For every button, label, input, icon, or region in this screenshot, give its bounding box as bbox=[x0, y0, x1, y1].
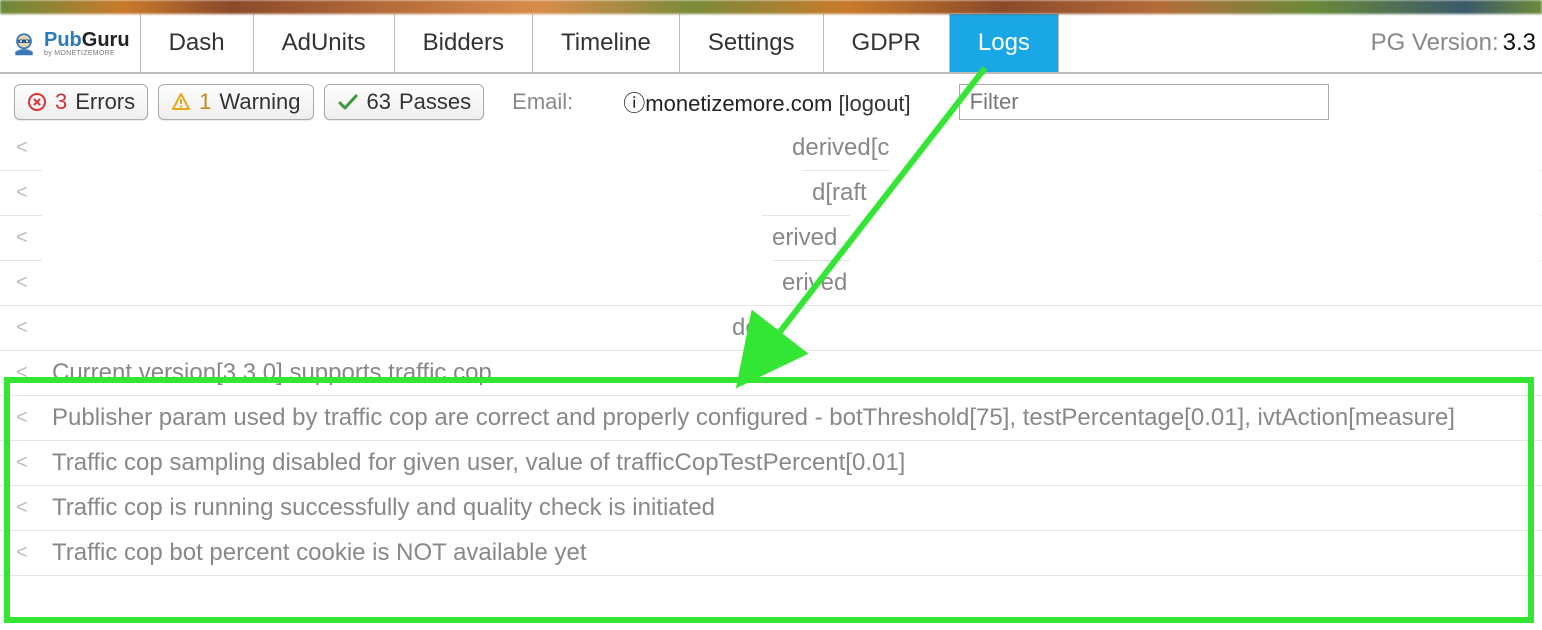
redaction-mask bbox=[42, 166, 802, 210]
log-text: Publisher param used by traffic cop are … bbox=[52, 404, 1455, 431]
guru-icon bbox=[10, 29, 38, 57]
redaction-mask bbox=[42, 214, 762, 258]
redaction-mask bbox=[890, 166, 1540, 210]
log-row[interactable]: < Traffic cop is running successfully an… bbox=[0, 486, 1542, 531]
redaction-mask bbox=[850, 214, 1540, 258]
redaction-mask bbox=[850, 260, 1540, 304]
tab-settings[interactable]: Settings bbox=[680, 14, 824, 72]
status-passes-pill[interactable]: 63 Passes bbox=[324, 84, 485, 120]
tab-logs[interactable]: Logs bbox=[950, 14, 1059, 72]
passes-count: 63 bbox=[367, 89, 391, 115]
version-label-text: PG Version: bbox=[1371, 29, 1499, 57]
chevron-left-icon: < bbox=[16, 182, 28, 205]
email-label: Email: bbox=[512, 89, 573, 115]
check-icon bbox=[337, 91, 359, 113]
log-row[interactable]: < Traffic cop sampling disabled for give… bbox=[0, 441, 1542, 486]
tab-timeline[interactable]: Timeline bbox=[533, 14, 680, 72]
errors-count: 3 bbox=[55, 89, 67, 115]
log-text: Traffic cop sampling disabled for given … bbox=[52, 449, 905, 476]
tab-gdpr[interactable]: GDPR bbox=[824, 14, 950, 72]
status-errors-pill[interactable]: 3 Errors bbox=[14, 84, 148, 120]
toolbar: 3 Errors 1 Warning 63 Passes Email: ⓘmon… bbox=[0, 74, 1542, 126]
redaction-mask bbox=[770, 306, 1540, 350]
passes-label: Passes bbox=[399, 89, 471, 115]
chevron-left-icon: < bbox=[16, 227, 28, 250]
email-domain: monetizemore.com bbox=[645, 91, 832, 116]
warning-icon bbox=[171, 92, 191, 112]
log-row[interactable]: < Traffic cop bot percent cookie is NOT … bbox=[0, 531, 1542, 576]
status-warnings-pill[interactable]: 1 Warning bbox=[158, 84, 313, 120]
logo-brand-a: Pub bbox=[44, 29, 82, 51]
email-value: ⓘmonetizemore.com [logout] bbox=[623, 86, 910, 118]
chevron-left-icon: < bbox=[16, 317, 28, 340]
log-row[interactable]: < Publisher param used by traffic cop ar… bbox=[0, 396, 1542, 441]
tab-adunits[interactable]: AdUnits bbox=[254, 14, 395, 72]
chevron-left-icon: < bbox=[16, 272, 28, 295]
version-label: PG Version: 3.3 bbox=[1365, 14, 1542, 72]
chevron-left-icon: < bbox=[16, 407, 28, 430]
version-value: 3.3 bbox=[1503, 29, 1536, 57]
tab-dash[interactable]: Dash bbox=[141, 14, 254, 72]
email-prefix-icon: ⓘ bbox=[623, 91, 645, 116]
log-text: Traffic cop is running successfully and … bbox=[52, 494, 715, 521]
chevron-left-icon: < bbox=[16, 497, 28, 520]
log-text: Traffic cop bot percent cookie is NOT av… bbox=[52, 539, 586, 566]
redaction-mask bbox=[42, 306, 714, 350]
redaction-mask bbox=[42, 260, 772, 304]
chevron-left-icon: < bbox=[16, 362, 28, 385]
warn-count: 1 bbox=[199, 89, 211, 115]
error-icon bbox=[27, 92, 47, 112]
logo-text: PubGuru by MONETIZEMORE bbox=[44, 30, 130, 57]
nav-spacer bbox=[1059, 14, 1365, 72]
logo[interactable]: PubGuru by MONETIZEMORE bbox=[0, 14, 141, 72]
logo-subtitle: by MONETIZEMORE bbox=[44, 50, 130, 57]
logout-link[interactable]: [logout] bbox=[838, 91, 910, 116]
logo-brand-b: Guru bbox=[82, 29, 130, 51]
errors-label: Errors bbox=[75, 89, 135, 115]
nav-bar: PubGuru by MONETIZEMORE Dash AdUnits Bid… bbox=[0, 14, 1542, 74]
filter-input[interactable] bbox=[959, 84, 1329, 120]
chevron-left-icon: < bbox=[16, 452, 28, 475]
tab-bidders[interactable]: Bidders bbox=[395, 14, 533, 72]
header-colorstrip bbox=[0, 0, 1542, 14]
logs-area: < derived[c < d[raft < erived < erived <… bbox=[0, 126, 1542, 576]
chevron-left-icon: < bbox=[16, 542, 28, 565]
warn-label: Warning bbox=[219, 89, 300, 115]
chevron-left-icon: < bbox=[16, 137, 28, 160]
log-row[interactable]: < Current version[3.3.0] supports traffi… bbox=[0, 351, 1542, 396]
log-text: Current version[3.3.0] supports traffic … bbox=[52, 359, 492, 386]
